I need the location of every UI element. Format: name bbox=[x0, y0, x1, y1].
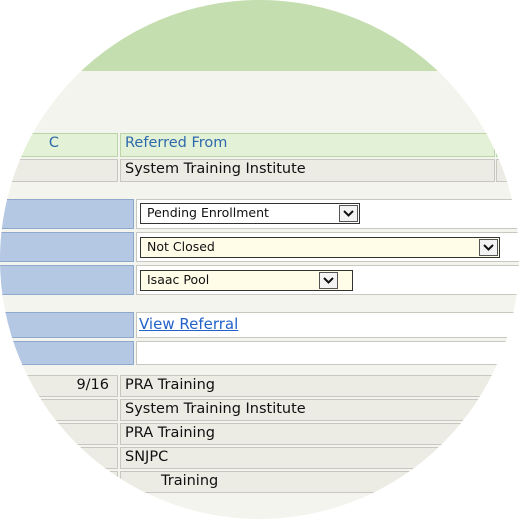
referred-from-value: System Training Institute bbox=[125, 161, 306, 177]
table-row: SNJPC bbox=[120, 447, 495, 469]
chevron-down-icon[interactable] bbox=[479, 239, 498, 256]
view-referral-link[interactable]: View Referral bbox=[139, 314, 238, 334]
row-extra bbox=[496, 447, 519, 469]
row-extra bbox=[496, 375, 519, 397]
row-right-text: PRA Training bbox=[125, 377, 215, 393]
field-label-status bbox=[0, 199, 134, 229]
table-row: PRA Training bbox=[120, 375, 495, 397]
table-row: PRA Training bbox=[120, 423, 495, 445]
header-col-next bbox=[496, 133, 519, 157]
row-extra bbox=[496, 423, 519, 445]
closed-select-value: Not Closed bbox=[147, 239, 215, 254]
chevron-down-icon[interactable] bbox=[339, 205, 358, 222]
header-col-partial: C bbox=[0, 133, 118, 157]
row-left-text: 9/16 bbox=[76, 377, 109, 393]
closed-select[interactable]: Not Closed bbox=[140, 237, 500, 258]
field-label-referral bbox=[0, 312, 134, 338]
row-right-text: System Training Institute bbox=[125, 401, 306, 417]
row-right-text: PRA Training bbox=[125, 425, 215, 441]
row-right-text: SNJPC bbox=[125, 449, 169, 465]
row-left bbox=[0, 423, 118, 445]
detail-right-cell bbox=[496, 159, 519, 182]
staff-select[interactable]: Isaac Pool bbox=[140, 270, 353, 291]
staff-select-value: Isaac Pool bbox=[147, 272, 210, 287]
table-row: Training bbox=[120, 471, 495, 493]
header-referred-from-label: Referred From bbox=[125, 135, 228, 151]
field-label-closed bbox=[0, 232, 134, 262]
status-select-value: Pending Enrollment bbox=[147, 205, 269, 220]
magnified-view: C Referred From System Training Institut… bbox=[0, 0, 519, 519]
row-extra bbox=[496, 399, 519, 421]
top-banner bbox=[0, 0, 519, 71]
chevron-down-icon[interactable] bbox=[319, 272, 338, 289]
row-right-text: Training bbox=[161, 473, 219, 489]
row-left bbox=[0, 399, 118, 421]
field-label-staff bbox=[0, 265, 134, 295]
detail-left-cell bbox=[0, 159, 118, 182]
row-left: 9/16 bbox=[0, 375, 118, 397]
header-col-partial-label: C bbox=[48, 135, 59, 151]
table-row: System Training Institute bbox=[120, 399, 495, 421]
field-label-blank bbox=[0, 341, 134, 365]
row-extra bbox=[496, 471, 519, 493]
row-left bbox=[0, 447, 118, 469]
status-select[interactable]: Pending Enrollment bbox=[140, 203, 360, 224]
referred-from-value-cell: System Training Institute bbox=[120, 159, 495, 182]
row-left bbox=[0, 471, 118, 493]
blank-value-cell bbox=[136, 341, 519, 365]
header-referred-from: Referred From bbox=[120, 133, 495, 157]
